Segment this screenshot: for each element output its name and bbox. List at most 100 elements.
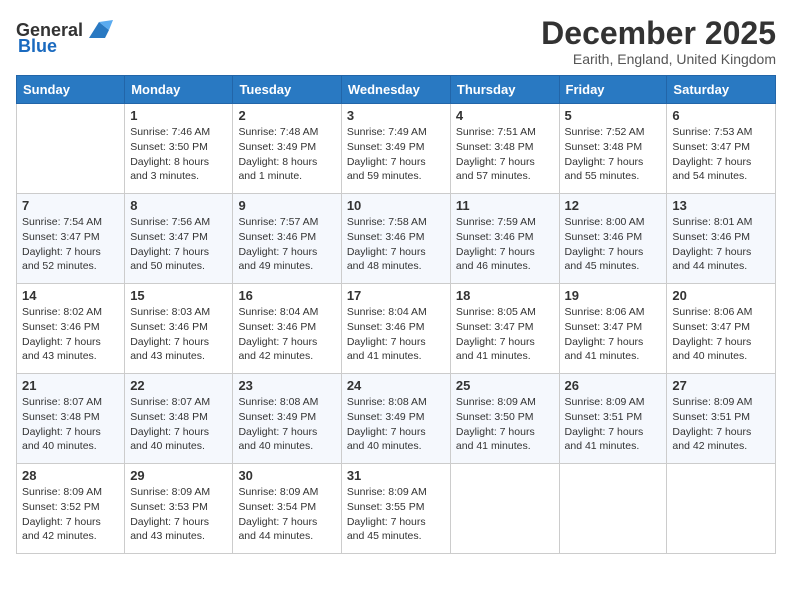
day-number: 19 [565,288,662,303]
calendar-cell: 14 Sunrise: 8:02 AMSunset: 3:46 PMDayligh… [17,284,125,374]
location: Earith, England, United Kingdom [541,51,776,67]
header-friday: Friday [559,76,667,104]
day-number: 29 [130,468,227,483]
day-number: 8 [130,198,227,213]
calendar-cell: 4 Sunrise: 7:51 AMSunset: 3:48 PMDaylight… [450,104,559,194]
day-number: 23 [238,378,335,393]
cell-info: Sunrise: 8:00 AMSunset: 3:46 PMDaylight:… [565,216,645,272]
day-number: 10 [347,198,445,213]
calendar-cell: 29 Sunrise: 8:09 AMSunset: 3:53 PMDayligh… [125,464,233,554]
cell-info: Sunrise: 7:53 AMSunset: 3:47 PMDaylight:… [672,126,752,182]
cell-info: Sunrise: 8:06 AMSunset: 3:47 PMDaylight:… [672,306,752,362]
calendar-cell [450,464,559,554]
calendar-cell [667,464,776,554]
cell-info: Sunrise: 8:06 AMSunset: 3:47 PMDaylight:… [565,306,645,362]
day-number: 31 [347,468,445,483]
logo-blue: Blue [18,36,57,57]
header-sunday: Sunday [17,76,125,104]
day-number: 22 [130,378,227,393]
calendar-cell: 17 Sunrise: 8:04 AMSunset: 3:46 PMDayligh… [341,284,450,374]
day-number: 4 [456,108,554,123]
cell-info: Sunrise: 8:04 AMSunset: 3:46 PMDaylight:… [347,306,427,362]
day-number: 7 [22,198,119,213]
day-number: 16 [238,288,335,303]
month-title: December 2025 [541,16,776,51]
day-number: 20 [672,288,770,303]
calendar-header-row: SundayMondayTuesdayWednesdayThursdayFrid… [17,76,776,104]
cell-info: Sunrise: 7:52 AMSunset: 3:48 PMDaylight:… [565,126,645,182]
cell-info: Sunrise: 7:48 AMSunset: 3:49 PMDaylight:… [238,126,318,182]
calendar-cell: 7 Sunrise: 7:54 AMSunset: 3:47 PMDaylight… [17,194,125,284]
cell-info: Sunrise: 8:07 AMSunset: 3:48 PMDaylight:… [130,396,210,452]
calendar-cell: 8 Sunrise: 7:56 AMSunset: 3:47 PMDaylight… [125,194,233,284]
cell-info: Sunrise: 8:09 AMSunset: 3:50 PMDaylight:… [456,396,536,452]
cell-info: Sunrise: 8:04 AMSunset: 3:46 PMDaylight:… [238,306,318,362]
calendar-cell: 31 Sunrise: 8:09 AMSunset: 3:55 PMDayligh… [341,464,450,554]
calendar-cell: 12 Sunrise: 8:00 AMSunset: 3:46 PMDayligh… [559,194,667,284]
calendar-cell: 30 Sunrise: 8:09 AMSunset: 3:54 PMDayligh… [233,464,341,554]
header-monday: Monday [125,76,233,104]
day-number: 1 [130,108,227,123]
calendar-cell: 3 Sunrise: 7:49 AMSunset: 3:49 PMDaylight… [341,104,450,194]
day-number: 24 [347,378,445,393]
calendar-cell: 28 Sunrise: 8:09 AMSunset: 3:52 PMDayligh… [17,464,125,554]
calendar-cell: 24 Sunrise: 8:08 AMSunset: 3:49 PMDayligh… [341,374,450,464]
day-number: 6 [672,108,770,123]
calendar-cell: 10Sunrise: 7:58 AMSunset: 3:46 PMDayligh… [341,194,450,284]
week-row-2: 14 Sunrise: 8:02 AMSunset: 3:46 PMDayligh… [17,284,776,374]
calendar-cell [17,104,125,194]
cell-info: Sunrise: 8:08 AMSunset: 3:49 PMDaylight:… [238,396,318,452]
title-block: December 2025 Earith, England, United Ki… [541,16,776,67]
day-number: 18 [456,288,554,303]
header-tuesday: Tuesday [233,76,341,104]
cell-info: Sunrise: 7:59 AMSunset: 3:46 PMDaylight:… [456,216,536,272]
calendar-cell [559,464,667,554]
cell-info: Sunrise: 8:07 AMSunset: 3:48 PMDaylight:… [22,396,102,452]
cell-info: Sunrise: 7:54 AMSunset: 3:47 PMDaylight:… [22,216,102,272]
day-number: 12 [565,198,662,213]
week-row-1: 7 Sunrise: 7:54 AMSunset: 3:47 PMDaylight… [17,194,776,284]
calendar-cell: 5 Sunrise: 7:52 AMSunset: 3:48 PMDaylight… [559,104,667,194]
cell-info: Sunrise: 8:09 AMSunset: 3:54 PMDaylight:… [238,486,318,542]
day-number: 28 [22,468,119,483]
cell-info: Sunrise: 8:05 AMSunset: 3:47 PMDaylight:… [456,306,536,362]
day-number: 26 [565,378,662,393]
week-row-3: 21 Sunrise: 8:07 AMSunset: 3:48 PMDayligh… [17,374,776,464]
day-number: 17 [347,288,445,303]
cell-info: Sunrise: 8:08 AMSunset: 3:49 PMDaylight:… [347,396,427,452]
day-number: 30 [238,468,335,483]
week-row-0: 1 Sunrise: 7:46 AMSunset: 3:50 PMDaylight… [17,104,776,194]
cell-info: Sunrise: 7:51 AMSunset: 3:48 PMDaylight:… [456,126,536,182]
day-number: 3 [347,108,445,123]
calendar-cell: 1 Sunrise: 7:46 AMSunset: 3:50 PMDaylight… [125,104,233,194]
header-thursday: Thursday [450,76,559,104]
calendar-cell: 6 Sunrise: 7:53 AMSunset: 3:47 PMDaylight… [667,104,776,194]
logo: General Blue [16,16,113,57]
cell-info: Sunrise: 7:49 AMSunset: 3:49 PMDaylight:… [347,126,427,182]
day-number: 2 [238,108,335,123]
calendar-cell: 25 Sunrise: 8:09 AMSunset: 3:50 PMDayligh… [450,374,559,464]
calendar-cell: 20 Sunrise: 8:06 AMSunset: 3:47 PMDayligh… [667,284,776,374]
cell-info: Sunrise: 8:02 AMSunset: 3:46 PMDaylight:… [22,306,102,362]
day-number: 15 [130,288,227,303]
calendar-cell: 21 Sunrise: 8:07 AMSunset: 3:48 PMDayligh… [17,374,125,464]
day-number: 21 [22,378,119,393]
header-wednesday: Wednesday [341,76,450,104]
day-number: 5 [565,108,662,123]
cell-info: Sunrise: 7:46 AMSunset: 3:50 PMDaylight:… [130,126,210,182]
cell-info: Sunrise: 7:56 AMSunset: 3:47 PMDaylight:… [130,216,210,272]
calendar-cell: 16 Sunrise: 8:04 AMSunset: 3:46 PMDayligh… [233,284,341,374]
calendar-cell: 11Sunrise: 7:59 AMSunset: 3:46 PMDayligh… [450,194,559,284]
header-saturday: Saturday [667,76,776,104]
logo-icon [85,16,113,44]
cell-info: Sunrise: 8:09 AMSunset: 3:55 PMDaylight:… [347,486,427,542]
day-number: 13 [672,198,770,213]
cell-info: Sunrise: 8:09 AMSunset: 3:53 PMDaylight:… [130,486,210,542]
day-number: 25 [456,378,554,393]
cell-info: Sunrise: 8:09 AMSunset: 3:52 PMDaylight:… [22,486,102,542]
cell-info: Sunrise: 7:57 AMSunset: 3:46 PMDaylight:… [238,216,318,272]
calendar-cell: 18 Sunrise: 8:05 AMSunset: 3:47 PMDayligh… [450,284,559,374]
cell-info: Sunrise: 8:09 AMSunset: 3:51 PMDaylight:… [565,396,645,452]
day-number: 14 [22,288,119,303]
calendar-cell: 19 Sunrise: 8:06 AMSunset: 3:47 PMDayligh… [559,284,667,374]
